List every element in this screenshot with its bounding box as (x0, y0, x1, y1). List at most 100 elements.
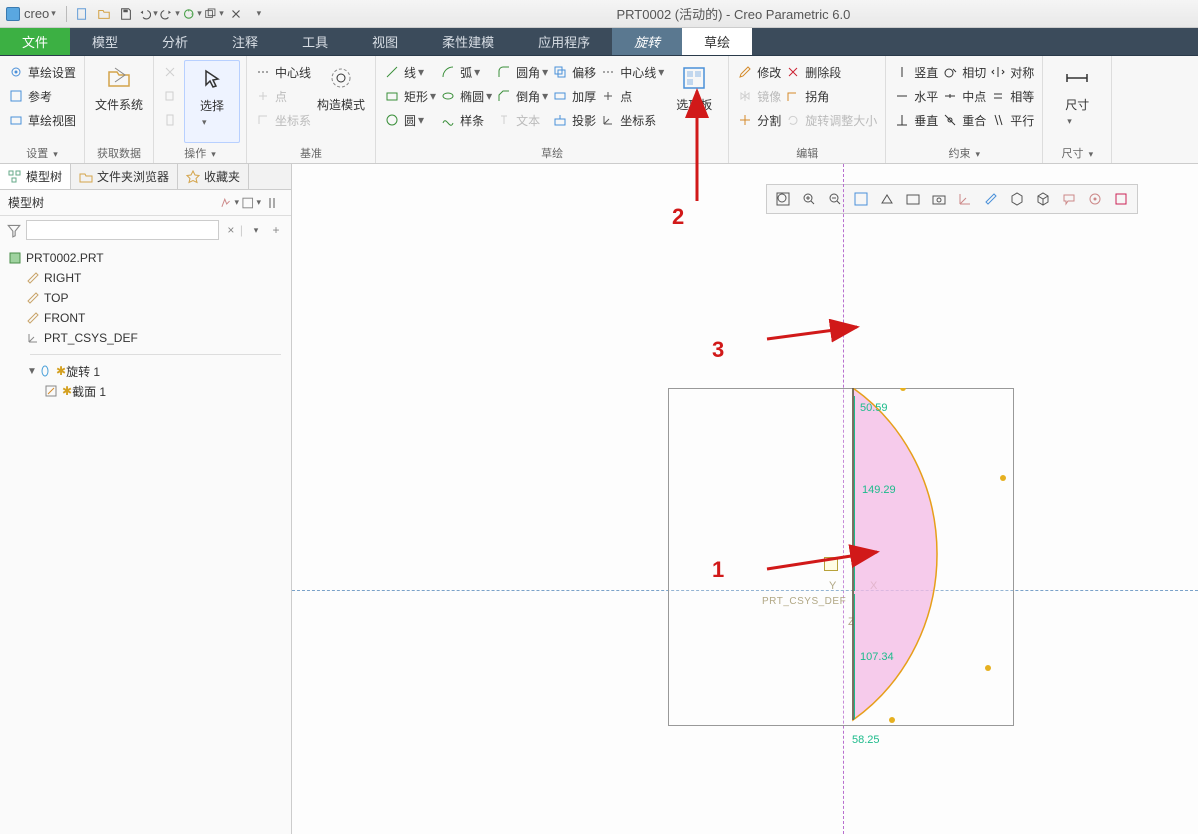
search-dropdown[interactable]: ▾ (246, 221, 264, 239)
menu-tools[interactable]: 工具 (280, 28, 350, 55)
spline-button[interactable]: 样条 (440, 108, 492, 132)
menu-view[interactable]: 视图 (350, 28, 420, 55)
windows-button[interactable]: ▾ (204, 4, 224, 24)
parallel-button[interactable]: 平行 (990, 108, 1034, 132)
corner-button[interactable]: 拐角 (785, 84, 877, 108)
zoom-fit-button[interactable] (771, 187, 795, 211)
sketch-setup-button[interactable]: 草绘设置 (8, 60, 76, 84)
tree-revolve-feature[interactable]: ▼✱ 旋转 1 (26, 361, 291, 381)
wireframe-button[interactable] (1005, 187, 1029, 211)
star-icon (186, 170, 200, 184)
horizontal-button[interactable]: 水平 (894, 84, 938, 108)
select-button[interactable]: 选择▾ (184, 60, 240, 143)
annotation-display-button[interactable] (1057, 187, 1081, 211)
save-button[interactable] (116, 4, 136, 24)
equal-button[interactable]: 相等 (990, 84, 1034, 108)
saved-view-button[interactable] (901, 187, 925, 211)
menu-file[interactable]: 文件 (0, 28, 70, 55)
open-button[interactable] (94, 4, 114, 24)
csys-display-button[interactable] (953, 187, 977, 211)
model-tree: PRT0002.PRT RIGHT TOP FRONT PRT_CSYS_DEF… (0, 244, 291, 401)
tree-display-button[interactable]: ▾ (241, 193, 261, 213)
search-input[interactable] (26, 220, 219, 240)
thicken-icon (552, 88, 568, 104)
tree-csys[interactable]: PRT_CSYS_DEF (26, 328, 291, 348)
spin-center-button[interactable] (1083, 187, 1107, 211)
display-style-button[interactable] (875, 187, 899, 211)
construction-mode-button[interactable]: 构造模式 (313, 60, 369, 143)
project-button[interactable]: 投影 (552, 108, 596, 132)
menu-analysis[interactable]: 分析 (140, 28, 210, 55)
menu-app[interactable]: 应用程序 (516, 28, 612, 55)
menu-revolve[interactable]: 旋转 (612, 28, 682, 55)
menu-annotation[interactable]: 注释 (210, 28, 280, 55)
delete-segment-button[interactable]: 删除段 (785, 60, 877, 84)
datum-centerline-button[interactable]: 中心线 (255, 60, 311, 84)
add-filter-button[interactable]: + (267, 221, 285, 239)
tree-section[interactable]: ✱ 截面 1 (44, 381, 291, 401)
fillet-button[interactable]: 圆角 ▾ (496, 60, 548, 84)
perpendicular-button[interactable]: 垂直 (894, 108, 938, 132)
filesystem-button[interactable]: 文件系统 (91, 60, 147, 143)
ellipse-button[interactable]: 椭圆 ▾ (440, 84, 492, 108)
clear-search-button[interactable]: × (222, 221, 240, 239)
tab-model-tree[interactable]: 模型树 (0, 164, 71, 189)
new-file-button[interactable] (72, 4, 92, 24)
tangent-button[interactable]: 相切 (942, 60, 986, 84)
dim-50-59[interactable]: 50.59 (860, 402, 888, 414)
construction-icon (325, 62, 357, 94)
tree-tools-button[interactable]: ▾ (219, 193, 239, 213)
symmetric-button[interactable]: 对称 (990, 60, 1034, 84)
undo-button[interactable]: ▾ (138, 4, 158, 24)
arc-button[interactable]: 弧 ▾ (440, 60, 492, 84)
redo-button[interactable]: ▾ (160, 4, 180, 24)
sketch-point-button[interactable]: 点 (600, 84, 664, 108)
tree-plane-front[interactable]: FRONT (26, 308, 291, 328)
menu-model[interactable]: 模型 (70, 28, 140, 55)
sketch-view-button[interactable]: 草绘视图 (8, 108, 76, 132)
tree-root[interactable]: PRT0002.PRT (8, 248, 291, 268)
customize-dropdown[interactable]: ▾ (248, 4, 268, 24)
tree-plane-top[interactable]: TOP (26, 288, 291, 308)
references-button[interactable]: 参考 (8, 84, 76, 108)
plane-display-button[interactable] (979, 187, 1003, 211)
hidden-line-button[interactable] (1031, 187, 1055, 211)
close-window-button[interactable] (226, 4, 246, 24)
offset-button[interactable]: 偏移 (552, 60, 596, 84)
menu-sketch[interactable]: 草绘 (682, 28, 752, 55)
app-brand: creo ▾ (0, 6, 62, 21)
tree-settings-button[interactable] (263, 193, 283, 213)
modify-button[interactable]: 修改 (737, 60, 781, 84)
sketch-csys-button[interactable]: 坐标系 (600, 108, 664, 132)
sketch-display-button[interactable] (1109, 187, 1133, 211)
graphics-canvas[interactable]: PRT_CSYS_DEF Y X Z 50.59 149.29 107.34 5… (292, 164, 1198, 834)
repaint-button[interactable] (849, 187, 873, 211)
dim-107-34[interactable]: 107.34 (860, 651, 894, 663)
mirror-icon (737, 88, 753, 104)
line-button[interactable]: 线 ▾ (384, 60, 436, 84)
gear-icon (8, 64, 24, 80)
coincident-button[interactable]: 重合 (942, 108, 986, 132)
divide-button[interactable]: 分割 (737, 108, 781, 132)
tree-plane-right[interactable]: RIGHT (26, 268, 291, 288)
dimension-button[interactable]: 尺寸▾ (1049, 60, 1105, 143)
thicken-button[interactable]: 加厚 (552, 84, 596, 108)
tab-favorites[interactable]: 收藏夹 (178, 164, 249, 189)
perp-icon (894, 112, 910, 128)
camera-button[interactable] (927, 187, 951, 211)
midpoint-button[interactable]: 中点 (942, 84, 986, 108)
chamfer-button[interactable]: 倒角 ▾ (496, 84, 548, 108)
filter-icon[interactable] (6, 222, 22, 238)
zoom-in-button[interactable] (797, 187, 821, 211)
regenerate-button[interactable]: ▾ (182, 4, 202, 24)
menu-flex[interactable]: 柔性建模 (420, 28, 516, 55)
dim-149-29[interactable]: 149.29 (862, 484, 896, 496)
vertical-button[interactable]: 竖直 (894, 60, 938, 84)
annotation-1: 1 (712, 557, 724, 583)
brand-dropdown-icon[interactable]: ▾ (51, 8, 56, 19)
dim-58-25[interactable]: 58.25 (852, 734, 880, 746)
sketch-centerline-button[interactable]: 中心线 ▾ (600, 60, 664, 84)
circle-button[interactable]: 圆 ▾ (384, 108, 436, 132)
rect-button[interactable]: 矩形 ▾ (384, 84, 436, 108)
tab-folder-browser[interactable]: 文件夹浏览器 (71, 164, 178, 189)
